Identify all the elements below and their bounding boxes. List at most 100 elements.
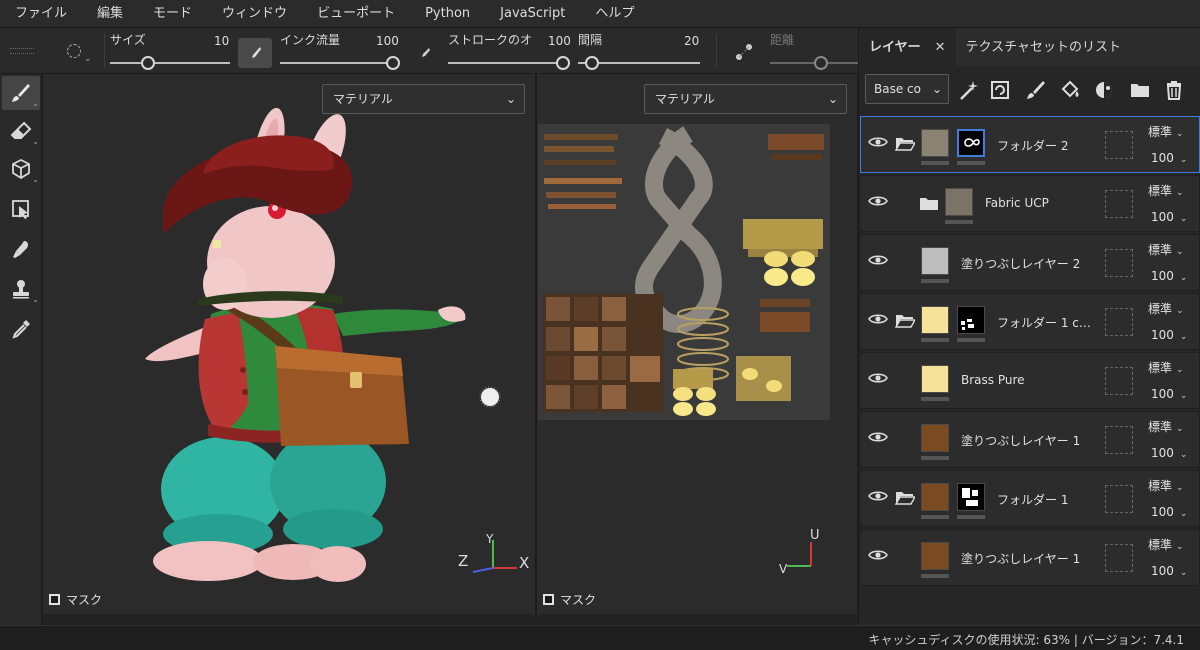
size-value[interactable]: 10 xyxy=(214,34,229,48)
viewport-2d-channel-dropdown[interactable]: マテリアル ⌄ xyxy=(644,84,847,114)
layer-row[interactable]: フォルダー 1 標準 ⌄ 100 ⌄ xyxy=(860,470,1200,527)
distance-slider-knob[interactable] xyxy=(814,56,828,70)
menu-javascript[interactable]: JavaScript xyxy=(485,0,580,28)
polygon-fill-tool[interactable] xyxy=(2,192,40,226)
flow-value[interactable]: 100 xyxy=(376,34,399,48)
lazy-mouse-icon[interactable] xyxy=(734,42,754,62)
eye-icon[interactable] xyxy=(868,430,888,444)
layer-opacity[interactable]: 100 ⌄ xyxy=(1151,446,1187,460)
paint-brush-tool[interactable]: ⌄ xyxy=(2,76,40,110)
add-mask-button[interactable] xyxy=(1091,77,1117,103)
layer-name[interactable]: Brass Pure xyxy=(961,373,1025,387)
folder-open-icon[interactable] xyxy=(895,490,915,505)
layer-effect-slot[interactable] xyxy=(1105,544,1133,572)
stroke-opacity-slider-knob[interactable] xyxy=(556,56,570,70)
mask-toggle-2d[interactable]: マスク xyxy=(543,591,596,608)
add-smart-material-button[interactable] xyxy=(987,77,1013,103)
layer-name[interactable]: フォルダー 1 copy 1 xyxy=(997,314,1097,331)
layer-row[interactable]: Brass Pure 標準 ⌄ 100 ⌄ xyxy=(860,352,1200,409)
layer-row[interactable]: 塗りつぶしレイヤー 1 標準 ⌄ 100 ⌄ xyxy=(860,411,1200,468)
layer-opacity[interactable]: 100 ⌄ xyxy=(1151,328,1187,342)
folder-icon[interactable] xyxy=(919,196,939,211)
eye-icon[interactable] xyxy=(868,371,888,385)
add-paint-layer-button[interactable] xyxy=(1023,77,1049,103)
viewport-2d[interactable]: マテリアル ⌄ U V マスク xyxy=(537,74,857,614)
layer-row[interactable]: 塗りつぶしレイヤー 2 標準 ⌄ 100 ⌄ xyxy=(860,234,1200,291)
color-picker-tool[interactable] xyxy=(2,312,40,346)
pressure-size-button[interactable] xyxy=(238,38,272,68)
layer-opacity[interactable]: 100 ⌄ xyxy=(1151,387,1187,401)
spacing-value[interactable]: 20 xyxy=(684,34,699,48)
eye-icon[interactable] xyxy=(868,194,888,208)
delete-layer-button[interactable] xyxy=(1161,77,1187,103)
layer-name[interactable]: 塗りつぶしレイヤー 1 xyxy=(961,550,1080,567)
projection-tool[interactable]: ⌄ xyxy=(2,152,40,186)
menu-window[interactable]: ウィンドウ xyxy=(207,0,302,28)
layer-effect-slot[interactable] xyxy=(1105,367,1133,395)
layer-row[interactable]: フォルダー 1 copy 1 標準⌄ 100⌄ xyxy=(860,293,1200,350)
menu-edit[interactable]: 編集 xyxy=(82,0,138,28)
eye-icon[interactable] xyxy=(868,548,888,562)
eye-icon[interactable] xyxy=(868,135,888,149)
layer-name[interactable]: Fabric UCP xyxy=(985,196,1049,210)
brush-shape-picker[interactable]: ⌄ xyxy=(62,38,98,68)
layer-name[interactable]: 塗りつぶしレイヤー 2 xyxy=(961,255,1080,272)
stroke-opacity-slider[interactable] xyxy=(448,62,570,64)
eye-icon[interactable] xyxy=(868,312,888,326)
layer-effect-slot[interactable] xyxy=(1105,426,1133,454)
menu-viewport[interactable]: ビューポート xyxy=(302,0,410,28)
layer-opacity[interactable]: 100 ⌄ xyxy=(1151,564,1187,578)
mask-toggle-3d[interactable]: マスク xyxy=(49,591,102,608)
layer-effect-slot[interactable] xyxy=(1105,249,1133,277)
spacing-slider-knob[interactable] xyxy=(585,56,599,70)
layer-effect-slot[interactable] xyxy=(1105,485,1133,513)
layer-blend-mode[interactable]: 標準 ⌄ xyxy=(1148,300,1184,317)
layer-opacity[interactable]: 100 ⌄ xyxy=(1151,505,1187,519)
menu-file[interactable]: ファイル xyxy=(0,0,82,28)
layer-opacity[interactable]: 100 ⌄ xyxy=(1151,151,1187,165)
tab-layers[interactable]: レイヤー ✕ xyxy=(859,28,956,66)
close-icon[interactable]: ✕ xyxy=(935,40,946,55)
eraser-tool[interactable]: ⌄ xyxy=(2,114,40,148)
size-slider-knob[interactable] xyxy=(141,56,155,70)
pen-pressure-flow-icon[interactable] xyxy=(418,46,432,60)
light-gizmo-icon[interactable] xyxy=(479,386,501,408)
smudge-tool[interactable] xyxy=(2,232,40,266)
flow-slider[interactable] xyxy=(280,62,398,64)
layer-row[interactable]: 塗りつぶしレイヤー 1 標準 ⌄ 100 ⌄ xyxy=(860,529,1200,586)
menu-python[interactable]: Python xyxy=(410,0,485,28)
tab-texture-sets[interactable]: テクスチャセットのリスト xyxy=(956,28,1131,66)
add-fill-layer-button[interactable] xyxy=(1057,77,1083,103)
layer-row[interactable]: Fabric UCP 標準 ⌄ 100 ⌄ xyxy=(860,175,1200,232)
add-effect-button[interactable] xyxy=(955,77,981,103)
layer-effect-slot[interactable] xyxy=(1105,131,1133,159)
menu-mode[interactable]: モード xyxy=(138,0,207,28)
channel-select[interactable]: Base co ⌄ xyxy=(865,74,949,104)
layer-mask-thumbnail[interactable] xyxy=(957,483,985,511)
folder-open-icon[interactable] xyxy=(895,136,915,151)
eye-icon[interactable] xyxy=(868,253,888,267)
layer-mask-thumbnail[interactable] xyxy=(957,306,985,334)
size-slider[interactable] xyxy=(110,62,230,64)
eye-icon[interactable] xyxy=(868,489,888,503)
add-folder-button[interactable] xyxy=(1127,77,1153,103)
layer-effect-slot[interactable] xyxy=(1105,308,1133,336)
layer-opacity[interactable]: 100 ⌄ xyxy=(1151,210,1187,224)
flow-slider-knob[interactable] xyxy=(386,56,400,70)
layer-name[interactable]: フォルダー 2 xyxy=(997,137,1068,154)
layer-name[interactable]: 塗りつぶしレイヤー 1 xyxy=(961,432,1080,449)
layer-blend-mode[interactable]: 標準 ⌄ xyxy=(1148,359,1184,376)
folder-open-icon[interactable] xyxy=(895,313,915,328)
layer-blend-mode[interactable]: 標準 ⌄ xyxy=(1148,477,1184,494)
layer-blend-mode[interactable]: 標準 ⌄ xyxy=(1148,182,1184,199)
layer-blend-mode[interactable]: 標準 ⌄ xyxy=(1148,241,1184,258)
viewport-3d[interactable]: マテリアル ⌄ Z Y X マスク xyxy=(43,74,535,614)
layer-opacity[interactable]: 100 ⌄ xyxy=(1151,269,1187,283)
layer-blend-mode[interactable]: 標準 ⌄ xyxy=(1148,123,1184,140)
layer-mask-thumbnail[interactable] xyxy=(957,129,985,157)
layer-blend-mode[interactable]: 標準 ⌄ xyxy=(1148,418,1184,435)
layer-effect-slot[interactable] xyxy=(1105,190,1133,218)
grip-handle[interactable] xyxy=(10,48,34,54)
menu-help[interactable]: ヘルプ xyxy=(580,0,649,28)
stroke-opacity-value[interactable]: 100 xyxy=(548,34,571,48)
